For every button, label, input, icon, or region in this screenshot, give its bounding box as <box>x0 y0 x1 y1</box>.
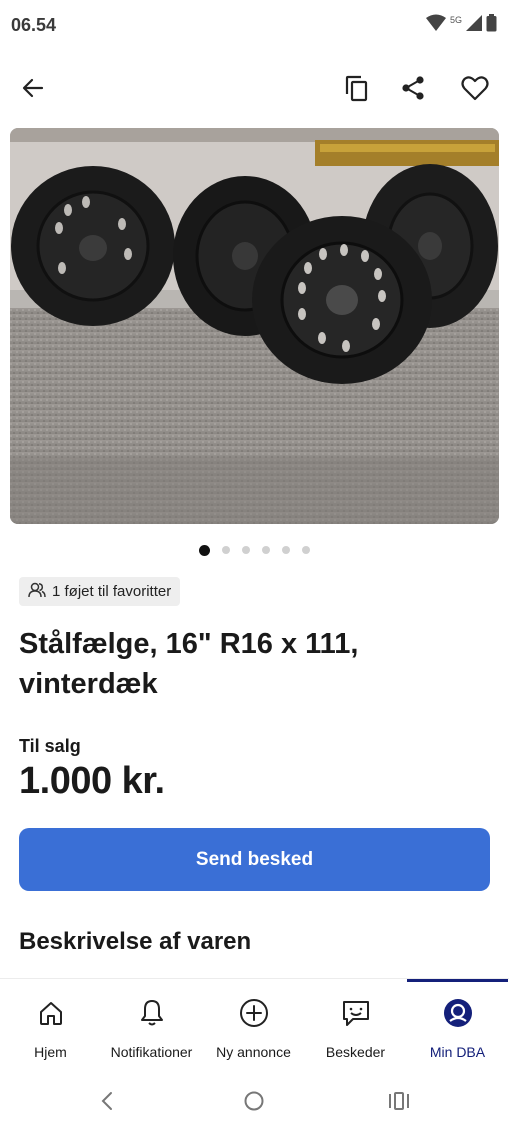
system-back-button[interactable] <box>92 1088 122 1118</box>
active-tab-indicator <box>407 979 508 982</box>
plus-circle-icon <box>239 997 269 1029</box>
users-icon <box>28 582 46 602</box>
recents-icon <box>388 1091 410 1116</box>
share-icon <box>401 75 425 106</box>
listing-image[interactable] <box>10 128 499 524</box>
system-home-button[interactable] <box>239 1088 269 1118</box>
copy-button[interactable] <box>337 70 377 110</box>
carousel-dot-5[interactable] <box>282 546 290 554</box>
listing-title: Stålfælge, 16" R16 x 111, vinterdæk <box>19 628 359 700</box>
back-button[interactable] <box>13 70 53 110</box>
listing-price: 1.000 kr. <box>19 760 165 802</box>
network-type-label: 5G <box>449 15 462 25</box>
nav-item-notifications[interactable]: Notifikationer <box>101 979 202 1071</box>
carousel-dot-1[interactable] <box>199 544 210 556</box>
system-recents-button[interactable] <box>384 1088 414 1118</box>
nav-item-my-dba[interactable]: Min DBA <box>407 979 508 1071</box>
nav-label-new-ad: Ny annonce <box>216 1044 291 1060</box>
bell-icon <box>138 997 166 1029</box>
status-icons: 5G <box>425 14 497 37</box>
carousel-indicator[interactable] <box>0 543 509 557</box>
carousel-dot-4[interactable] <box>262 546 270 554</box>
carousel-dot-6[interactable] <box>302 546 310 554</box>
carousel-dot-2[interactable] <box>222 546 230 554</box>
arrow-left-icon <box>21 76 45 105</box>
nav-label-notifications: Notifikationer <box>110 1044 193 1060</box>
favorite-button[interactable] <box>455 70 495 110</box>
carousel-dot-3[interactable] <box>242 546 250 554</box>
status-time: 06.54 <box>11 15 57 35</box>
chevron-left-icon <box>100 1091 114 1116</box>
nav-label-messages: Beskeder <box>325 1044 386 1060</box>
chat-icon <box>341 997 371 1029</box>
wifi-icon <box>425 14 446 37</box>
favorites-count-chip: 1 føjet til favoritter <box>19 577 181 606</box>
battery-icon <box>486 14 497 37</box>
description-heading: Beskrivelse af varen <box>19 928 252 955</box>
share-button[interactable] <box>393 70 433 110</box>
heart-icon <box>461 75 489 106</box>
favorites-count-text: 1 føjet til favoritter <box>52 583 172 600</box>
circle-icon <box>243 1090 265 1117</box>
profile-icon <box>443 997 473 1029</box>
system-navigation-bar <box>0 1070 509 1131</box>
nav-item-home[interactable]: Hjem <box>0 979 101 1071</box>
signal-icon <box>466 15 482 36</box>
nav-item-messages[interactable]: Beskeder <box>305 979 406 1071</box>
status-bar: 06.54 5G <box>0 0 509 52</box>
sale-type-label: Til salg <box>19 736 81 756</box>
app-bar <box>0 60 509 120</box>
copy-icon <box>344 74 370 107</box>
tires-photo <box>10 128 499 524</box>
nav-item-new-ad[interactable]: Ny annonce <box>203 979 304 1071</box>
nav-label-home: Hjem <box>34 1044 67 1060</box>
send-message-button[interactable]: Send besked <box>19 828 490 891</box>
home-icon <box>37 997 65 1029</box>
nav-label-my-dba: Min DBA <box>429 1044 486 1060</box>
bottom-navigation: Hjem Notifikationer Ny annonce Beskeder … <box>0 978 509 1071</box>
